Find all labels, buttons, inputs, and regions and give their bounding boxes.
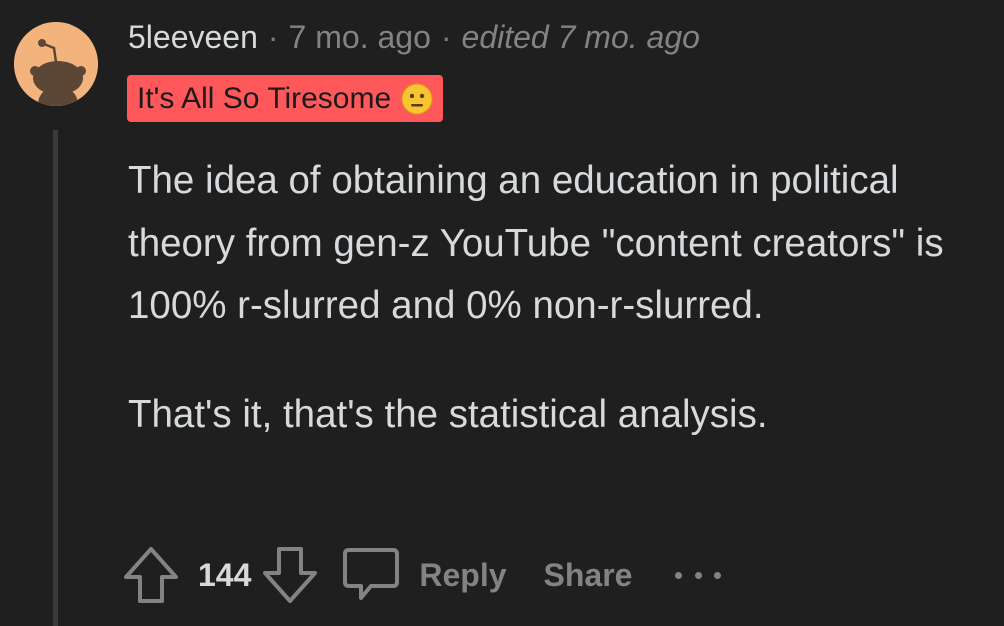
thread-line[interactable] [53, 130, 58, 626]
timestamp[interactable]: 7 mo. ago [289, 19, 431, 55]
dot [714, 571, 722, 579]
dot [675, 571, 683, 579]
snoo-avatar-icon [14, 22, 98, 106]
reply-button[interactable] [341, 540, 401, 610]
arrow-up-icon [124, 547, 178, 603]
author-name[interactable]: 5leeveen [128, 19, 258, 55]
neutral-face-icon [401, 83, 433, 115]
comment-paragraph: That's it, that's the statistical analys… [128, 392, 768, 436]
user-avatar[interactable] [14, 22, 98, 106]
flair-text: It's All So Tiresome [137, 82, 392, 115]
share-button[interactable]: Share [544, 557, 633, 594]
comment-actions: 144 Reply Share [120, 540, 722, 610]
reply-label[interactable]: Reply [419, 557, 506, 594]
comment-meta: 5leeveen · 7 mo. ago · edited 7 mo. ago [128, 16, 700, 58]
edited-timestamp: edited 7 mo. ago [461, 19, 700, 55]
speech-bubble-icon [343, 548, 400, 600]
comment-paragraph: The idea of obtaining an education in po… [128, 159, 944, 327]
ellipsis-icon[interactable] [675, 540, 722, 610]
comment: 5leeveen · 7 mo. ago · edited 7 mo. ago It's… [0, 0, 1004, 626]
separator-dot: · [267, 19, 279, 55]
comment-body: The idea of obtaining an education in po… [128, 150, 968, 446]
downvote-button[interactable] [259, 540, 321, 610]
arrow-down-icon [263, 547, 318, 603]
separator-dot: · [440, 19, 452, 55]
vote-score: 144 [198, 556, 252, 593]
user-flair: It's All So Tiresome [127, 75, 444, 122]
upvote-button[interactable] [120, 540, 182, 610]
dot [694, 571, 702, 579]
